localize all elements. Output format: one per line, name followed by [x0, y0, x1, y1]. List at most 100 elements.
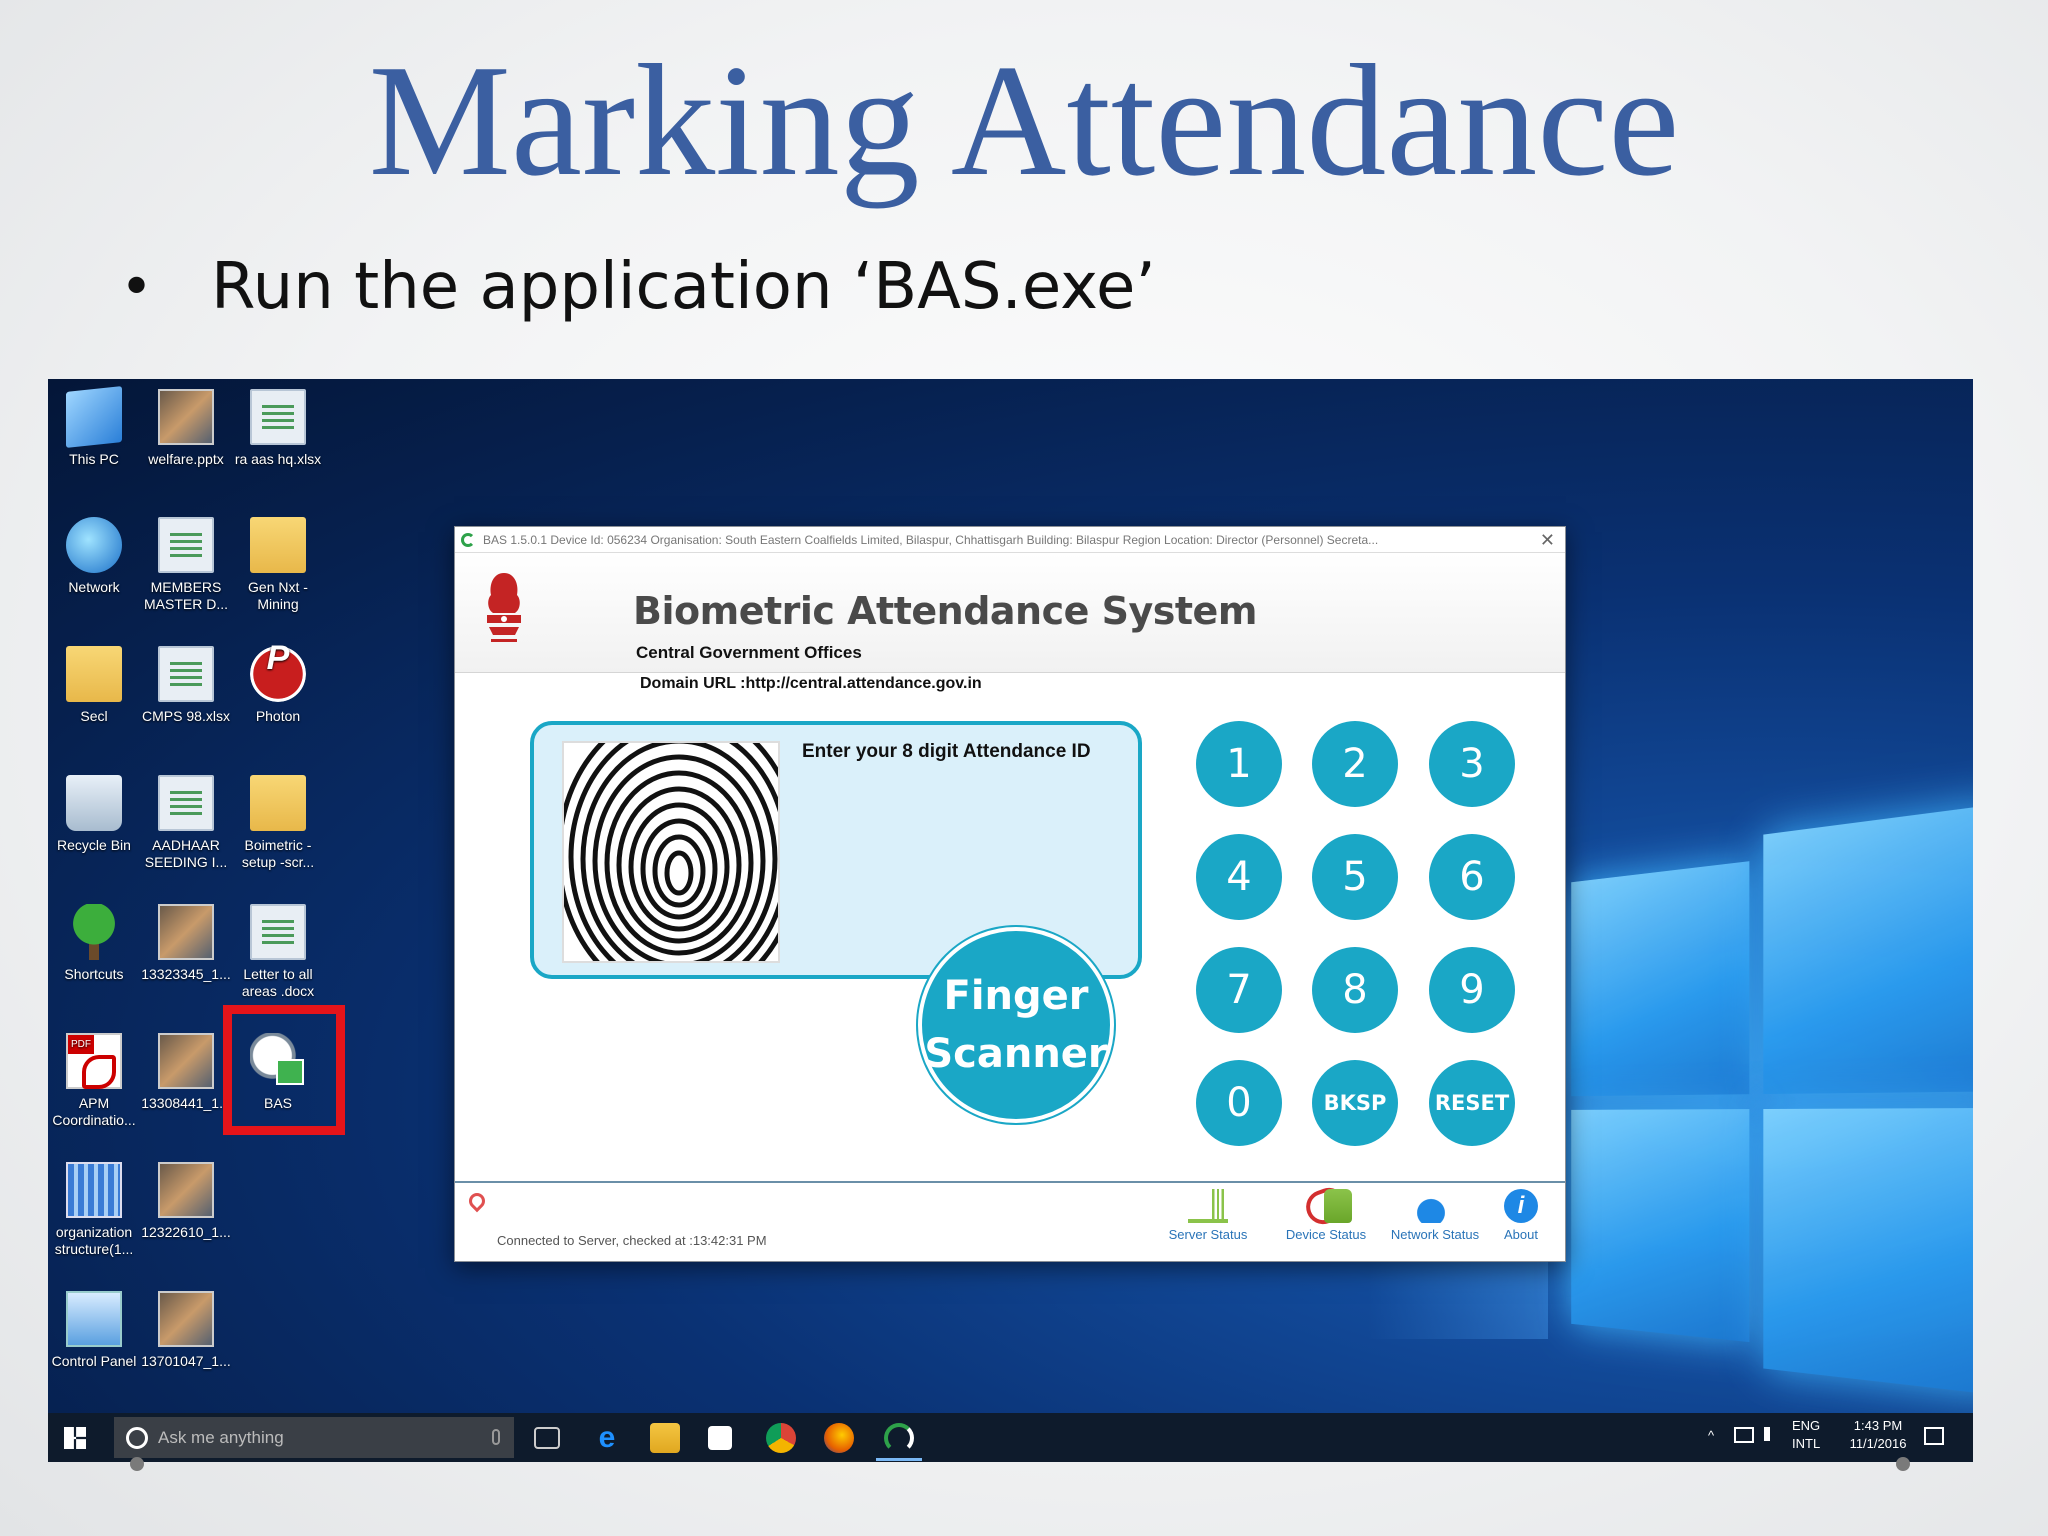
tray-chevron-icon[interactable]: ^ [1708, 1427, 1714, 1445]
desktop-icon-recycle-bin[interactable]: Recycle Bin [48, 775, 140, 854]
user-folder-icon [66, 646, 122, 702]
active-app-indicator [876, 1458, 922, 1461]
desktop-icon-letter-docx[interactable]: Letter to all areas .docx [232, 904, 324, 1000]
finger-scanner-line2: Scanner [924, 1031, 1107, 1077]
recycle-bin-icon [66, 775, 122, 831]
device-status-label: Device Status [1286, 1227, 1366, 1242]
keypad-4[interactable]: 4 [1196, 834, 1282, 920]
desktop-icon-this-pc[interactable]: This PC [48, 389, 140, 468]
spreadsheet-icon [158, 517, 214, 573]
icon-label: Boimetric - setup -scr... [232, 837, 324, 871]
tree-icon [66, 904, 122, 960]
edge-icon[interactable]: e [592, 1423, 622, 1453]
selection-handle-right [1896, 1457, 1910, 1471]
volume-muted-icon[interactable] [1764, 1427, 1778, 1441]
language-indicator[interactable]: ENG INTL [1792, 1417, 1820, 1453]
cortana-search-box[interactable]: Ask me anything [114, 1417, 514, 1458]
desktop-icon-shortcuts[interactable]: Shortcuts [48, 904, 140, 983]
bas-app-icon [461, 533, 475, 547]
image-file-icon [158, 389, 214, 445]
domain-url: Domain URL :http://central.attendance.go… [640, 675, 982, 693]
store-icon[interactable] [708, 1426, 732, 1450]
icon-label: Gen Nxt - Mining [232, 579, 324, 613]
desktop-icon-photo-13323345[interactable]: 13323345_1... [140, 904, 232, 983]
keypad-reset[interactable]: RESET [1429, 1060, 1515, 1146]
microphone-icon[interactable] [492, 1429, 500, 1445]
pc-icon [66, 386, 122, 448]
keypad-7[interactable]: 7 [1196, 947, 1282, 1033]
attendance-id-field[interactable] [802, 775, 1122, 815]
bas-app-window: BAS 1.5.0.1 Device Id: 056234 Organisati… [454, 526, 1566, 1262]
server-signal-icon [1188, 1189, 1228, 1223]
taskbar: Ask me anything e ^ ENG INTL 1:43 PM 11/… [48, 1413, 1973, 1462]
fingerprint-image [562, 741, 780, 963]
keypad-8[interactable]: 8 [1312, 947, 1398, 1033]
windows-logo-wallpaper [1571, 831, 1973, 1408]
network-status[interactable]: Network Status [1383, 1189, 1487, 1242]
language-top: ENG [1792, 1418, 1820, 1433]
desktop-icon-members-master[interactable]: MEMBERS MASTER D... [140, 517, 232, 613]
about-button[interactable]: i About [1491, 1189, 1551, 1242]
thumbs-up-icon [1323, 1189, 1353, 1227]
finger-scanner-button[interactable]: Finger Scanner [918, 927, 1114, 1123]
desktop-icon-network[interactable]: Network [48, 517, 140, 596]
bullet-dot: • [120, 255, 153, 320]
icon-label: organization structure(1... [48, 1224, 140, 1258]
desktop-screenshot: This PC welfare.pptx ra aas hq.xlsx Netw… [48, 379, 1973, 1462]
keypad-1[interactable]: 1 [1196, 721, 1282, 807]
desktop-icon-photo-13308441[interactable]: 13308441_1... [140, 1033, 232, 1112]
firefox-icon[interactable] [824, 1423, 854, 1453]
icon-label: Network [48, 579, 140, 596]
chrome-icon[interactable] [766, 1423, 796, 1453]
desktop-icon-photo-13701047[interactable]: 13701047_1... [140, 1291, 232, 1370]
keypad-6[interactable]: 6 [1429, 834, 1515, 920]
desktop-icon-boimetric-setup[interactable]: Boimetric - setup -scr... [232, 775, 324, 871]
close-icon[interactable]: ✕ [1540, 527, 1555, 553]
keypad-9[interactable]: 9 [1429, 947, 1515, 1033]
desktop-icon-aadhaar-seeding[interactable]: AADHAAR SEEDING I... [140, 775, 232, 871]
bas-app-icon[interactable] [884, 1423, 914, 1453]
network-cloud-icon [1415, 1189, 1455, 1223]
slide-title: Marking Attendance [0, 20, 2048, 220]
photon-app-icon [250, 646, 306, 702]
windows-start-icon[interactable] [64, 1427, 86, 1449]
desktop-icon-photo-12322610[interactable]: 12322610_1... [140, 1162, 232, 1241]
desktop-icon-gen-nxt-mining[interactable]: Gen Nxt - Mining [232, 517, 324, 613]
desktop-icon-welfare-pptx[interactable]: welfare.pptx [140, 389, 232, 468]
clock-time: 1:43 PM [1854, 1418, 1902, 1433]
file-explorer-icon[interactable] [650, 1423, 680, 1453]
status-bar: Connected to Server, checked at :13:42:3… [455, 1181, 1565, 1261]
desktop-icon-secl[interactable]: Secl [48, 646, 140, 725]
keypad-3[interactable]: 3 [1429, 721, 1515, 807]
desktop-icon-cmps-98[interactable]: CMPS 98.xlsx [140, 646, 232, 725]
bas-icon-highlight-box [223, 1005, 345, 1135]
finger-scanner-line1: Finger [944, 973, 1089, 1019]
desktop-icon-control-panel[interactable]: Control Panel [48, 1291, 140, 1370]
info-icon: i [1504, 1189, 1538, 1223]
bullet-item: • Run the application ‘BAS.exe’ [120, 250, 1156, 324]
icon-label: 12322610_1... [140, 1224, 232, 1241]
desktop-icon-organization-structure[interactable]: organization structure(1... [48, 1162, 140, 1258]
chart-file-icon [66, 1162, 122, 1218]
icon-label: Shortcuts [48, 966, 140, 983]
spreadsheet-icon [250, 389, 306, 445]
keypad-backspace[interactable]: BKSP [1312, 1060, 1398, 1146]
desktop-icon-apm-coordination[interactable]: APM Coordinatio... [48, 1033, 140, 1129]
server-status[interactable]: Server Status [1161, 1189, 1255, 1242]
desktop-icon-photon[interactable]: Photon [232, 646, 324, 725]
desktop-icon-ra-aas-hq[interactable]: ra aas hq.xlsx [232, 389, 324, 468]
task-view-icon[interactable] [534, 1427, 560, 1449]
network-tray-icon[interactable] [1734, 1427, 1754, 1443]
control-panel-icon [66, 1291, 122, 1347]
network-icon [66, 517, 122, 573]
keypad-2[interactable]: 2 [1312, 721, 1398, 807]
window-title-bar[interactable]: BAS 1.5.0.1 Device Id: 056234 Organisati… [455, 527, 1565, 553]
cortana-icon [126, 1427, 148, 1449]
clock[interactable]: 1:43 PM 11/1/2016 [1838, 1417, 1918, 1453]
keypad-5[interactable]: 5 [1312, 834, 1398, 920]
action-center-icon[interactable] [1924, 1427, 1944, 1445]
spreadsheet-icon [158, 646, 214, 702]
icon-label: AADHAAR SEEDING I... [140, 837, 232, 871]
keypad-0[interactable]: 0 [1196, 1060, 1282, 1146]
photo-icon [158, 904, 214, 960]
